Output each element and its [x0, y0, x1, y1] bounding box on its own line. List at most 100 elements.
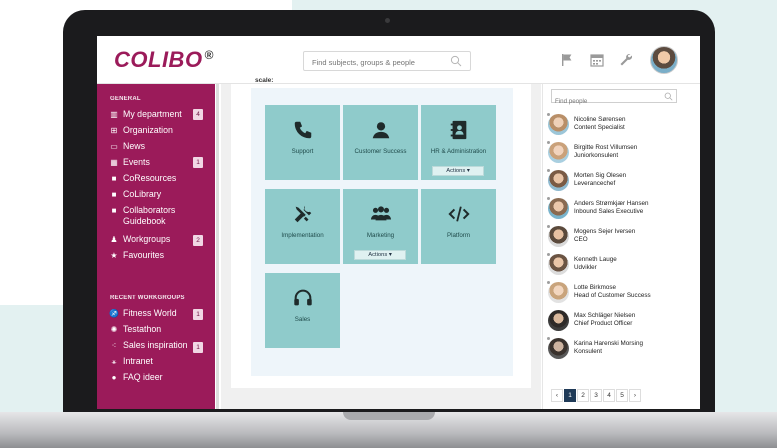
sidebar-item-label: CoResources	[123, 173, 177, 183]
sidebar-section-recent-workgroups: RECENT WORKGROUPS	[110, 295, 185, 301]
pagination-page-5[interactable]: 5	[616, 389, 628, 402]
sidebar-item-intranet[interactable]: ⚹ Intranet	[109, 356, 209, 367]
tile-marketing[interactable]: Marketing Actions ▾	[343, 189, 418, 264]
person-name: Anders Strømkjær Hansen	[574, 200, 649, 207]
status-dot	[546, 140, 551, 145]
sidebar-item-label: FAQ ideer	[123, 372, 163, 382]
person-role: Inbound Sales Executive	[574, 208, 644, 215]
avatar	[548, 310, 569, 331]
tile-support[interactable]: Support	[265, 105, 340, 180]
people-icon	[370, 206, 392, 221]
tile-hr-administration[interactable]: HR & Administration Actions ▾	[421, 105, 496, 180]
avatar	[546, 112, 569, 135]
sidebar-badge-sales-inspiration: 1	[193, 342, 203, 353]
sidebar-item-label: Favourites	[123, 250, 165, 260]
person-item[interactable]: Lotte Birkmose Head of Customer Success	[546, 280, 698, 308]
calendar-icon[interactable]	[589, 52, 605, 68]
person-item[interactable]: Karina Harenski Morsing Konsulent	[546, 336, 698, 364]
pagination-page-1[interactable]: 1	[564, 389, 576, 402]
person-item[interactable]: Max Schläger Nielsen Chief Product Offic…	[548, 310, 698, 336]
pagination-page-2[interactable]: 2	[577, 389, 589, 402]
person-name: Lotte Birkmose	[574, 284, 616, 291]
book-icon: ■	[111, 206, 117, 215]
find-people-search[interactable]	[551, 89, 677, 108]
find-people-input[interactable]	[552, 95, 652, 108]
content-panel: scale: Support Customer Success HR & Adm…	[231, 77, 531, 388]
pagination-prev[interactable]: ‹	[551, 389, 563, 402]
tile-implementation[interactable]: Implementation	[265, 189, 340, 264]
book-icon: ■	[111, 190, 117, 199]
phone-icon	[294, 121, 312, 139]
status-dot	[546, 336, 551, 341]
dots-icon: ⁖	[111, 341, 117, 350]
sidebar: GENERAL ▥ My department 4 ⊞ Organization ▭…	[97, 84, 215, 409]
person-name: Birgitte Rost Villumsen	[574, 144, 638, 151]
sidebar-item-label: News	[123, 141, 145, 151]
colibo-logo[interactable]: COLIBO ®	[114, 47, 214, 73]
actions-dropdown[interactable]: Actions ▾	[354, 250, 406, 260]
global-search-input[interactable]	[304, 53, 444, 72]
avatar	[546, 224, 569, 247]
person-item[interactable]: Morten Sig Olesen Leverancechef	[546, 168, 698, 196]
pagination-page-4[interactable]: 4	[603, 389, 615, 402]
laptop-base	[0, 412, 777, 448]
person-name: Kenneth Lauge	[574, 256, 617, 263]
sidebar-item-label: Testathon	[123, 324, 162, 334]
sidebar-badge-workgroups: 2	[193, 235, 203, 246]
user-avatar[interactable]	[650, 46, 678, 74]
person-item[interactable]: Mogens Sejer Iversen CEO	[546, 224, 698, 252]
tile-customer-success[interactable]: Customer Success	[343, 105, 418, 180]
tile-sales[interactable]: Sales	[265, 273, 340, 348]
camera-dot	[385, 18, 390, 23]
sidebar-item-label: Collaborators Guidebook	[123, 205, 176, 226]
pagination-next[interactable]: ›	[629, 389, 641, 402]
status-dot	[546, 280, 551, 285]
person-item[interactable]: Anders Strømkjær Hansen Inbound Sales Ex…	[546, 196, 698, 224]
sidebar-section-general: GENERAL	[110, 96, 141, 102]
news-icon: ▭	[110, 142, 118, 151]
laptop-notch	[343, 412, 435, 420]
sidebar-item-favourites[interactable]: ★ Favourites	[109, 250, 209, 261]
person-name: Nicoline Sørensen	[574, 116, 626, 123]
tile-label: Implementation	[281, 232, 324, 239]
book-icon: ■	[111, 174, 117, 183]
sidebar-item-organization[interactable]: ⊞ Organization	[109, 125, 209, 136]
scale-label: scale:	[255, 77, 274, 84]
avatar	[546, 196, 569, 219]
tile-label: Platform	[446, 232, 471, 239]
avatar	[546, 336, 569, 359]
avatar	[546, 140, 569, 163]
person-item[interactable]: Nicoline Sørensen Content Specialist	[546, 112, 698, 140]
person-item[interactable]: Kenneth Lauge Udvikler	[546, 252, 698, 280]
bug-icon: ✺	[110, 325, 118, 334]
tile-label: Support	[291, 148, 314, 155]
tile-platform[interactable]: Platform	[421, 189, 496, 264]
person-role: Leverancechef	[574, 180, 616, 187]
wrench-icon[interactable]	[618, 52, 634, 68]
sidebar-item-colibrary[interactable]: ■ CoLibrary	[109, 189, 209, 200]
sidebar-item-collaborators-guidebook[interactable]: ■ Collaborators Guidebook	[109, 205, 209, 227]
app-screen: COLIBO® GENERAL ▥My department 4 ⊞Organi…	[97, 36, 700, 409]
status-dot	[546, 168, 551, 173]
person-name: Morten Sig Olesen	[574, 172, 627, 179]
tile-label: HR & Administration	[430, 148, 487, 155]
sidebar-item-testathon[interactable]: ✺ Testathon	[109, 324, 209, 335]
pagination-page-3[interactable]: 3	[590, 389, 602, 402]
person-item[interactable]: Birgitte Rost Villumsen Juniorkonsulent	[546, 140, 698, 168]
tile-label: Marketing	[366, 232, 395, 239]
sidebar-item-news[interactable]: ▭ News	[109, 141, 209, 152]
tools-icon	[294, 205, 312, 223]
global-search[interactable]	[303, 51, 471, 72]
sidebar-scrollbar[interactable]	[216, 84, 219, 409]
calendar-icon: ▦	[110, 158, 118, 167]
person-role: Content Specialist	[574, 124, 625, 131]
search-icon[interactable]	[664, 92, 673, 101]
sidebar-item-label: Organization	[123, 125, 173, 135]
actions-dropdown[interactable]: Actions ▾	[432, 166, 484, 176]
sidebar-item-coresources[interactable]: ■ CoResources	[109, 173, 209, 184]
flag-icon[interactable]	[559, 52, 575, 68]
search-icon[interactable]	[450, 55, 462, 67]
person-icon	[372, 122, 390, 139]
department-icon: ▥	[110, 110, 118, 119]
sidebar-item-faq-ideer[interactable]: ● FAQ ideer	[109, 372, 209, 383]
